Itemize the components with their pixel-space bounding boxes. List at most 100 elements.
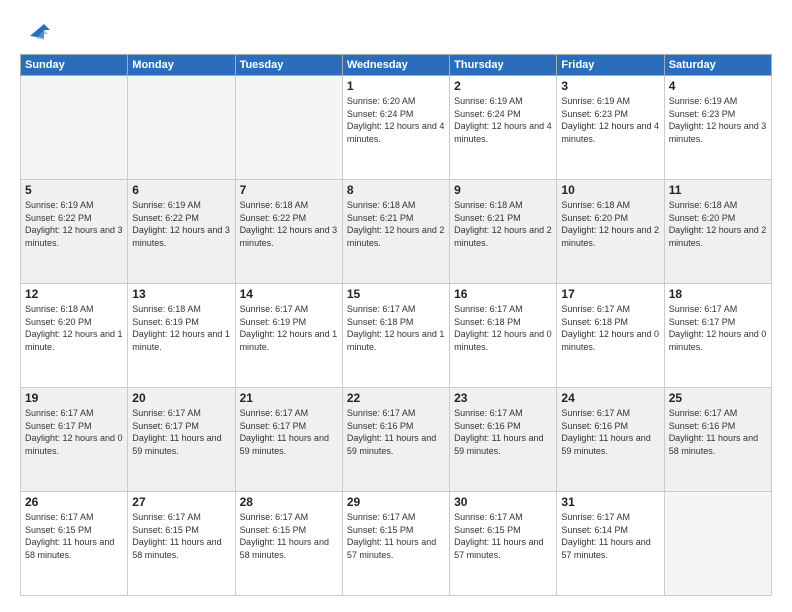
calendar-cell bbox=[664, 492, 771, 596]
day-info: Sunrise: 6:19 AM Sunset: 6:22 PM Dayligh… bbox=[132, 199, 230, 249]
calendar-week-row: 5 Sunrise: 6:19 AM Sunset: 6:22 PM Daylig… bbox=[21, 180, 772, 284]
day-number: 26 bbox=[25, 495, 123, 509]
day-number: 11 bbox=[669, 183, 767, 197]
day-info: Sunrise: 6:17 AM Sunset: 6:17 PM Dayligh… bbox=[240, 407, 338, 457]
calendar-cell: 2 Sunrise: 6:19 AM Sunset: 6:24 PM Daylig… bbox=[450, 76, 557, 180]
day-number: 17 bbox=[561, 287, 659, 301]
day-info: Sunrise: 6:18 AM Sunset: 6:20 PM Dayligh… bbox=[669, 199, 767, 249]
day-header-saturday: Saturday bbox=[664, 55, 771, 76]
day-number: 6 bbox=[132, 183, 230, 197]
calendar-cell: 4 Sunrise: 6:19 AM Sunset: 6:23 PM Daylig… bbox=[664, 76, 771, 180]
day-number: 2 bbox=[454, 79, 552, 93]
day-info: Sunrise: 6:17 AM Sunset: 6:15 PM Dayligh… bbox=[347, 511, 445, 561]
day-info: Sunrise: 6:17 AM Sunset: 6:15 PM Dayligh… bbox=[454, 511, 552, 561]
day-info: Sunrise: 6:17 AM Sunset: 6:15 PM Dayligh… bbox=[132, 511, 230, 561]
day-number: 30 bbox=[454, 495, 552, 509]
day-header-wednesday: Wednesday bbox=[342, 55, 449, 76]
calendar-cell: 10Sunrise: 6:18 AM Sunset: 6:20 PM Dayli… bbox=[557, 180, 664, 284]
day-info: Sunrise: 6:17 AM Sunset: 6:17 PM Dayligh… bbox=[25, 407, 123, 457]
day-info: Sunrise: 6:19 AM Sunset: 6:22 PM Dayligh… bbox=[25, 199, 123, 249]
day-info: Sunrise: 6:17 AM Sunset: 6:19 PM Dayligh… bbox=[240, 303, 338, 353]
calendar-cell: 14 Sunrise: 6:17 AM Sunset: 6:19 PM Dayli… bbox=[235, 284, 342, 388]
day-info: Sunrise: 6:17 AM Sunset: 6:14 PM Dayligh… bbox=[561, 511, 659, 561]
calendar-cell: 29 Sunrise: 6:17 AM Sunset: 6:15 PM Dayli… bbox=[342, 492, 449, 596]
day-number: 5 bbox=[25, 183, 123, 197]
calendar-cell: 3 Sunrise: 6:19 AM Sunset: 6:23 PM Daylig… bbox=[557, 76, 664, 180]
day-number: 3 bbox=[561, 79, 659, 93]
day-number: 19 bbox=[25, 391, 123, 405]
day-info: Sunrise: 6:17 AM Sunset: 6:15 PM Dayligh… bbox=[25, 511, 123, 561]
calendar-cell: 18 Sunrise: 6:17 AM Sunset: 6:17 PM Dayli… bbox=[664, 284, 771, 388]
calendar-cell bbox=[235, 76, 342, 180]
calendar-header-row: SundayMondayTuesdayWednesdayThursdayFrid… bbox=[21, 55, 772, 76]
day-number: 31 bbox=[561, 495, 659, 509]
calendar-cell: 17 Sunrise: 6:17 AM Sunset: 6:18 PM Dayli… bbox=[557, 284, 664, 388]
day-info: Sunrise: 6:17 AM Sunset: 6:18 PM Dayligh… bbox=[561, 303, 659, 353]
calendar-cell bbox=[128, 76, 235, 180]
day-info: Sunrise: 6:19 AM Sunset: 6:23 PM Dayligh… bbox=[561, 95, 659, 145]
day-number: 9 bbox=[454, 183, 552, 197]
day-number: 16 bbox=[454, 287, 552, 301]
day-info: Sunrise: 6:17 AM Sunset: 6:17 PM Dayligh… bbox=[669, 303, 767, 353]
day-info: Sunrise: 6:19 AM Sunset: 6:24 PM Dayligh… bbox=[454, 95, 552, 145]
calendar-week-row: 19 Sunrise: 6:17 AM Sunset: 6:17 PM Dayli… bbox=[21, 388, 772, 492]
calendar-cell: 25 Sunrise: 6:17 AM Sunset: 6:16 PM Dayli… bbox=[664, 388, 771, 492]
calendar-cell: 31 Sunrise: 6:17 AM Sunset: 6:14 PM Dayli… bbox=[557, 492, 664, 596]
calendar-cell: 27Sunrise: 6:17 AM Sunset: 6:15 PM Dayli… bbox=[128, 492, 235, 596]
day-info: Sunrise: 6:19 AM Sunset: 6:23 PM Dayligh… bbox=[669, 95, 767, 145]
header bbox=[20, 16, 772, 46]
day-header-friday: Friday bbox=[557, 55, 664, 76]
day-info: Sunrise: 6:18 AM Sunset: 6:21 PM Dayligh… bbox=[347, 199, 445, 249]
day-number: 15 bbox=[347, 287, 445, 301]
calendar-week-row: 12 Sunrise: 6:18 AM Sunset: 6:20 PM Dayli… bbox=[21, 284, 772, 388]
day-info: Sunrise: 6:18 AM Sunset: 6:20 PM Dayligh… bbox=[25, 303, 123, 353]
calendar-cell: 11 Sunrise: 6:18 AM Sunset: 6:20 PM Dayli… bbox=[664, 180, 771, 284]
calendar-cell: 12 Sunrise: 6:18 AM Sunset: 6:20 PM Dayli… bbox=[21, 284, 128, 388]
calendar-body: 1 Sunrise: 6:20 AM Sunset: 6:24 PM Daylig… bbox=[21, 76, 772, 596]
calendar-cell: 7 Sunrise: 6:18 AM Sunset: 6:22 PM Daylig… bbox=[235, 180, 342, 284]
day-number: 28 bbox=[240, 495, 338, 509]
day-info: Sunrise: 6:20 AM Sunset: 6:24 PM Dayligh… bbox=[347, 95, 445, 145]
logo-icon bbox=[22, 16, 52, 46]
calendar-cell: 6 Sunrise: 6:19 AM Sunset: 6:22 PM Daylig… bbox=[128, 180, 235, 284]
day-info: Sunrise: 6:17 AM Sunset: 6:16 PM Dayligh… bbox=[347, 407, 445, 457]
day-number: 22 bbox=[347, 391, 445, 405]
calendar-table: SundayMondayTuesdayWednesdayThursdayFrid… bbox=[20, 54, 772, 596]
calendar-cell: 23Sunrise: 6:17 AM Sunset: 6:16 PM Dayli… bbox=[450, 388, 557, 492]
day-number: 25 bbox=[669, 391, 767, 405]
calendar-cell: 13Sunrise: 6:18 AM Sunset: 6:19 PM Dayli… bbox=[128, 284, 235, 388]
day-number: 7 bbox=[240, 183, 338, 197]
calendar-cell: 20Sunrise: 6:17 AM Sunset: 6:17 PM Dayli… bbox=[128, 388, 235, 492]
calendar-cell: 1 Sunrise: 6:20 AM Sunset: 6:24 PM Daylig… bbox=[342, 76, 449, 180]
day-number: 24 bbox=[561, 391, 659, 405]
calendar-cell bbox=[21, 76, 128, 180]
day-number: 12 bbox=[25, 287, 123, 301]
day-info: Sunrise: 6:18 AM Sunset: 6:21 PM Dayligh… bbox=[454, 199, 552, 249]
day-info: Sunrise: 6:18 AM Sunset: 6:20 PM Dayligh… bbox=[561, 199, 659, 249]
calendar-cell: 16 Sunrise: 6:17 AM Sunset: 6:18 PM Dayli… bbox=[450, 284, 557, 388]
calendar-cell: 9 Sunrise: 6:18 AM Sunset: 6:21 PM Daylig… bbox=[450, 180, 557, 284]
calendar-week-row: 1 Sunrise: 6:20 AM Sunset: 6:24 PM Daylig… bbox=[21, 76, 772, 180]
day-info: Sunrise: 6:17 AM Sunset: 6:17 PM Dayligh… bbox=[132, 407, 230, 457]
calendar-cell: 15Sunrise: 6:17 AM Sunset: 6:18 PM Dayli… bbox=[342, 284, 449, 388]
day-info: Sunrise: 6:17 AM Sunset: 6:16 PM Dayligh… bbox=[561, 407, 659, 457]
day-number: 29 bbox=[347, 495, 445, 509]
day-number: 13 bbox=[132, 287, 230, 301]
day-info: Sunrise: 6:17 AM Sunset: 6:18 PM Dayligh… bbox=[454, 303, 552, 353]
day-number: 14 bbox=[240, 287, 338, 301]
logo bbox=[20, 16, 52, 46]
day-info: Sunrise: 6:18 AM Sunset: 6:22 PM Dayligh… bbox=[240, 199, 338, 249]
calendar-cell: 24 Sunrise: 6:17 AM Sunset: 6:16 PM Dayli… bbox=[557, 388, 664, 492]
day-info: Sunrise: 6:17 AM Sunset: 6:16 PM Dayligh… bbox=[454, 407, 552, 457]
calendar-cell: 8Sunrise: 6:18 AM Sunset: 6:21 PM Daylig… bbox=[342, 180, 449, 284]
calendar-cell: 26 Sunrise: 6:17 AM Sunset: 6:15 PM Dayli… bbox=[21, 492, 128, 596]
day-header-thursday: Thursday bbox=[450, 55, 557, 76]
day-number: 4 bbox=[669, 79, 767, 93]
day-info: Sunrise: 6:17 AM Sunset: 6:16 PM Dayligh… bbox=[669, 407, 767, 457]
day-header-monday: Monday bbox=[128, 55, 235, 76]
day-number: 1 bbox=[347, 79, 445, 93]
calendar-cell: 30 Sunrise: 6:17 AM Sunset: 6:15 PM Dayli… bbox=[450, 492, 557, 596]
day-header-tuesday: Tuesday bbox=[235, 55, 342, 76]
day-number: 21 bbox=[240, 391, 338, 405]
day-number: 18 bbox=[669, 287, 767, 301]
